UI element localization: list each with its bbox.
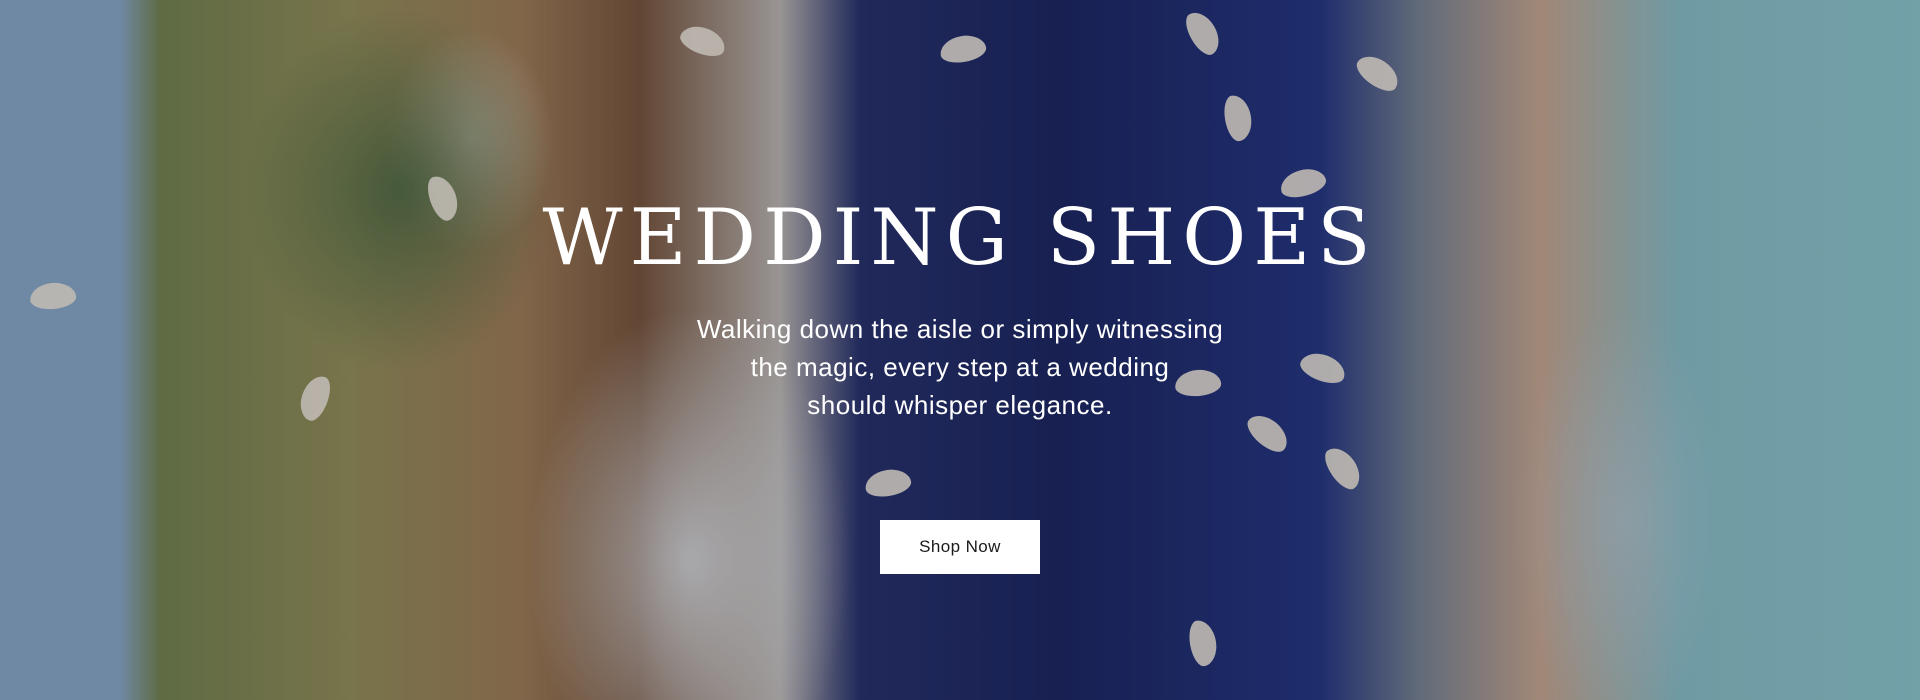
shop-now-button[interactable]: Shop Now	[880, 520, 1040, 574]
hero-description-line: the magic, every step at a wedding	[750, 352, 1170, 382]
hero-description-line: Walking down the aisle or simply witness…	[696, 314, 1224, 344]
hero-banner: WEDDING SHOES Walking down the aisle or …	[0, 0, 1920, 700]
hero-description: Walking down the aisle or simply witness…	[660, 310, 1260, 424]
hero-content: WEDDING SHOES Walking down the aisle or …	[0, 0, 1920, 700]
hero-title: WEDDING SHOES	[542, 193, 1378, 283]
hero-description-line: should whisper elegance.	[807, 390, 1113, 420]
